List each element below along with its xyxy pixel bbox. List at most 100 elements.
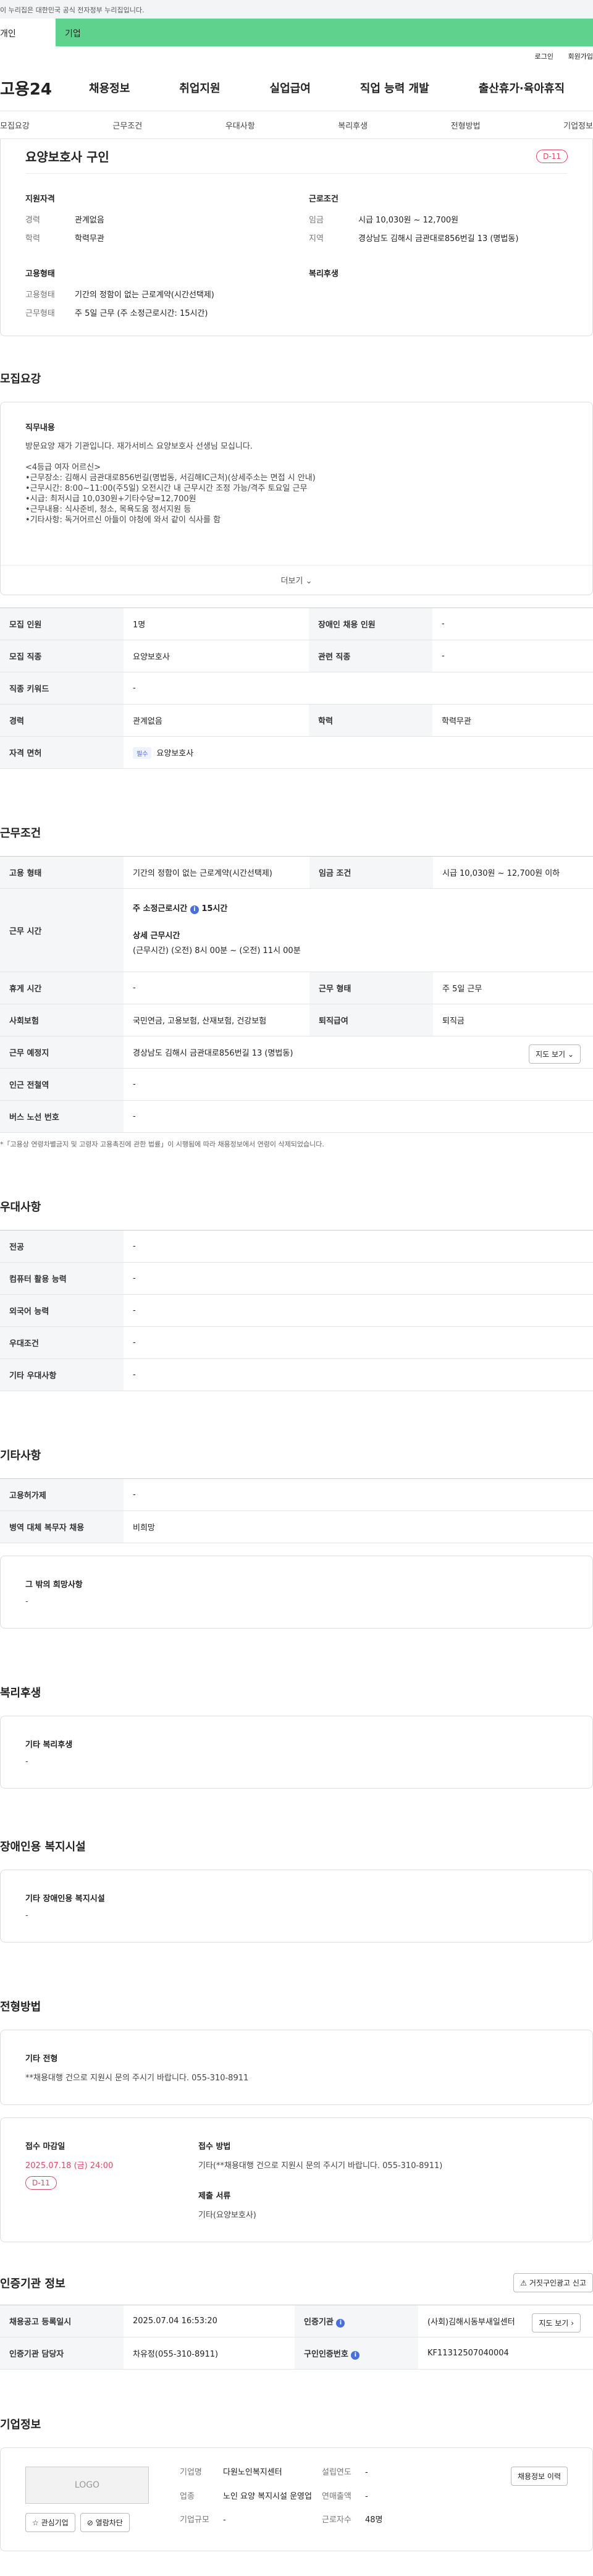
summary-conditions: 근로조건 임금 시급 10,030원 ~ 12,700원 지역 경상남도 김해시 금… — [309, 192, 568, 267]
gnb-menu-jobs[interactable]: 채용정보 — [89, 80, 130, 96]
tab-work-conditions[interactable]: 근무조건 — [112, 119, 142, 131]
kv-key: 지역 — [309, 234, 324, 244]
table-cell: 차유정(055-310-8911) — [124, 2337, 295, 2370]
gnb-menu-unemployment-benefit[interactable]: 실업급여 — [270, 80, 311, 96]
table-cell: (사회)김해시동부새일센터 지도 보기 › — [418, 2305, 593, 2337]
table-row: 외국어 능력 - — [0, 1294, 593, 1327]
cert-org-value: (사회)김해시동부새일센터 — [427, 2318, 515, 2327]
block-view-button[interactable]: ⊘ 열람차단 — [80, 2513, 130, 2532]
recruit-history-button[interactable]: 채용정보 이력 — [510, 2467, 568, 2486]
field-key: 연매출액 — [322, 2491, 351, 2501]
tab-preferences[interactable]: 우대사항 — [225, 119, 255, 131]
table-row: 고용 형태 기간의 정함이 없는 근로계약(시간선택제) 임금 조건 시급 10… — [0, 856, 593, 889]
table-header: 근무 형태 — [309, 972, 433, 1004]
table-cell: 퇴직금 — [432, 1004, 593, 1036]
field-value: 다원노인복지센터 — [223, 2468, 282, 2477]
table-cell: 주 소정근로시간 i 15시간 상세 근무시간 (근무시간) (오전) 8시 0… — [124, 888, 593, 972]
gnb-menu-vocational-training[interactable]: 직업 능력 개발 — [360, 80, 429, 96]
tab-company[interactable]: 기업 — [56, 19, 593, 46]
join-link[interactable]: 회원가입 — [568, 53, 593, 61]
kv-value: 시급 10,030원 ~ 12,700원 — [358, 216, 459, 225]
util-bar: 로그인 회원가입 — [0, 46, 593, 65]
block-label: 열람차단 — [95, 2519, 123, 2527]
chevron-down-icon: ⌄ — [305, 577, 313, 586]
info-icon[interactable]: i — [336, 2318, 345, 2328]
more-button[interactable]: 더보기 ⌄ — [1, 565, 592, 595]
table-header: 기타 우대사항 — [0, 1358, 124, 1391]
table-cell: - — [124, 1262, 593, 1295]
table-header: 병역 대체 복무자 채용 — [0, 1510, 124, 1543]
table-row: 기타 우대사항 - — [0, 1358, 593, 1391]
tab-welfare[interactable]: 복리후생 — [338, 119, 368, 131]
summary-welfare-title: 복리후생 — [309, 269, 339, 279]
dday-badge: D-11 — [536, 149, 568, 163]
field-value: 48명 — [365, 2515, 383, 2525]
table-cell: 국민연금, 고용보험, 산재보험, 건강보험 — [124, 1004, 309, 1036]
selection-box-title: 기타 전형 — [25, 2054, 58, 2064]
table-cell: - — [432, 608, 593, 640]
table-row: 전공 - — [0, 1230, 593, 1263]
tab-recruit[interactable]: 모집요강 — [0, 119, 30, 131]
site-logo[interactable]: 고용24 — [0, 77, 52, 100]
table-cell: 경상남도 김해시 금관대로856번길 13 (명법동) 지도 보기 ⌄ — [124, 1036, 593, 1069]
summary-welfare: 복리후생 — [309, 267, 568, 323]
summary-cond-title: 근로조건 — [309, 195, 339, 204]
section-title-disabled: 장애인용 복지시설 — [0, 1841, 86, 1854]
info-icon[interactable]: i — [190, 905, 199, 914]
table-header: 자격 면허 — [0, 736, 124, 769]
detail-hours-value: (근무시간) (오전) 8시 00분 ~ (오전) 11시 00분 — [133, 946, 301, 955]
table-header: 장애인 채용 인원 — [308, 608, 432, 640]
table-header: 경력 — [0, 704, 124, 737]
field-value: - — [223, 2515, 226, 2525]
table-cell: - — [124, 1068, 593, 1101]
gnb-menu-employment-support[interactable]: 취업지원 — [179, 80, 220, 96]
table-header: 퇴직급여 — [309, 1004, 433, 1036]
table-header: 휴게 시간 — [0, 972, 124, 1004]
map-view-label: 지도 보기 — [536, 1050, 566, 1059]
tab-personal[interactable]: 개인 — [0, 19, 56, 46]
etc-table: 고용허가제 - 병역 대체 복무자 채용 비희망 — [0, 1478, 593, 1543]
job-description-text: 방문요양 재가 기관입니다. 재가서비스 요양보호사 선생님 모십니다. <4등… — [25, 442, 316, 525]
table-header: 컴퓨터 활용 능력 — [0, 1262, 124, 1295]
deadline-title: 접수 마감일 — [25, 2142, 65, 2151]
gnb-menu-parental-leave[interactable]: 출산휴가·육아휴직 — [479, 80, 565, 96]
tab-company-info[interactable]: 기업정보 — [563, 119, 593, 131]
table-cell: - — [124, 1478, 593, 1511]
summary-employment: 고용형태 고용형태 기간의 정함이 없는 근로계약(시간선택제) 근무형태 주 5일… — [25, 267, 284, 323]
deadline-value: 2025.07.18 (금) 24:00 — [25, 2161, 114, 2171]
table-header: 근무 예정지 — [0, 1036, 124, 1069]
table-cell: - — [124, 672, 593, 705]
section-title-etc: 기타사항 — [0, 1449, 41, 1462]
documents-value: 기타(요양보호사) — [198, 2211, 256, 2220]
favorite-company-button[interactable]: ☆ 관심기업 — [25, 2513, 75, 2532]
kv-value: 경상남도 김해시 금관대로856번길 13 (명법동) — [358, 234, 519, 244]
report-fake-ad-button[interactable]: ⚠ 거짓구인광고 신고 — [513, 2273, 593, 2292]
table-cell: 2025.07.04 16:53:20 — [124, 2305, 295, 2337]
company-card: LOGO ☆ 관심기업 ⊘ 열람차단 기업명 다원노인복지센터 설립연도 - 업종 노… — [0, 2447, 593, 2551]
tab-selection[interactable]: 전형방법 — [451, 119, 481, 131]
recruit-table: 모집 인원 1명 장애인 채용 인원 - 모집 직종 요양보호사 관련 직종 -… — [0, 608, 593, 769]
age-notice: *「고용상 연령차별금지 및 고령자 고용촉진에 관한 법률」이 시행됨에 따라… — [0, 1140, 324, 1148]
section-title-company: 기업정보 — [0, 2418, 41, 2431]
map-view-button[interactable]: 지도 보기 ⌄ — [529, 1044, 581, 1064]
table-cell: KF11312507040004 — [418, 2337, 593, 2370]
table-row: 컴퓨터 활용 능력 - — [0, 1262, 593, 1295]
disabled-facility-box: 기타 장애인용 복지시설 - — [0, 1870, 593, 1943]
table-header: 근무 시간 — [0, 888, 124, 972]
table-cell: - — [124, 1294, 593, 1327]
table-row: 인증기관 담당자 차유정(055-310-8911) 구인인증번호 i KF11… — [0, 2337, 593, 2370]
table-row: 인근 전철역 - — [0, 1068, 593, 1101]
cert-map-button[interactable]: 지도 보기 › — [532, 2313, 581, 2332]
preferences-table: 전공 - 컴퓨터 활용 능력 - 외국어 능력 - 우대조건 - 기타 우대사항 - — [0, 1230, 593, 1391]
table-cell: 요양보호사 — [124, 640, 309, 672]
favorite-label: 관심기업 — [41, 2519, 69, 2527]
cert-map-label: 지도 보기 — [539, 2319, 569, 2328]
chevron-right-icon: › — [571, 2319, 574, 2328]
table-header: 직종 키워드 — [0, 672, 124, 705]
cert-number-label: 구인인증번호 — [304, 2349, 348, 2359]
documents-title: 제출 서류 — [198, 2192, 231, 2201]
more-label: 더보기 — [280, 577, 303, 586]
login-link[interactable]: 로그인 — [535, 53, 553, 61]
table-header: 구인인증번호 i — [295, 2337, 419, 2370]
info-icon[interactable]: i — [351, 2350, 360, 2360]
